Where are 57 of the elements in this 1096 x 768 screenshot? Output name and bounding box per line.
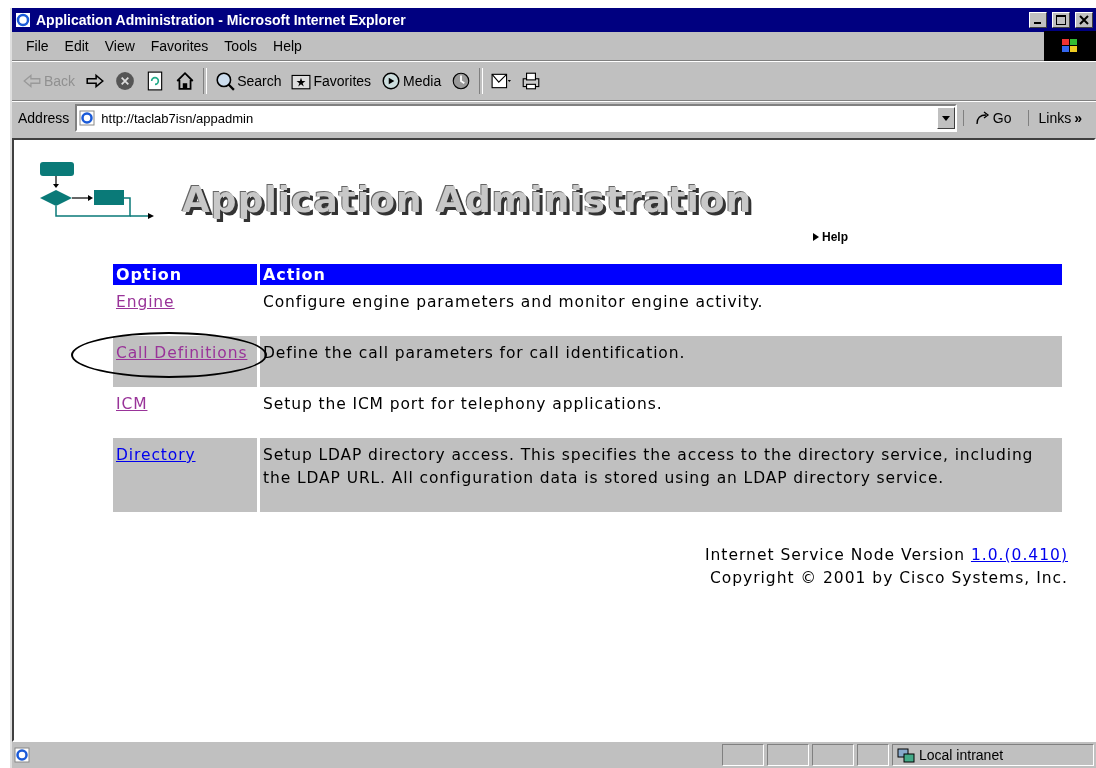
table-cell: Define the call parameters for call identification. [260,336,1062,387]
stop-icon [115,71,136,91]
status-pane [767,744,809,766]
zone-label: Local intranet [919,747,1004,763]
window-title: Application Administration - Microsoft Internet Explorer [36,12,407,28]
page-heading: Application Administration [182,179,753,220]
table-cell-text: Configure engine parameters and monitor engine activity. [262,292,765,313]
page-icon [79,110,96,126]
address-input[interactable]: http://taclab7isn/appadmin [101,110,931,126]
column-header: Option [113,264,257,285]
page-icon [14,747,30,763]
printer-icon [521,71,542,91]
maximize-icon [1056,15,1066,25]
search-button[interactable]: Search [213,69,284,93]
home-icon [175,71,196,91]
maximize-button[interactable] [1052,12,1070,28]
table-cell: Setup LDAP directory access. This specifies the access to the directory service, including the LDAP URL. All configuration data is stored using an LDAP directory service. [260,438,1062,512]
option-link[interactable]: Engine [116,293,175,311]
copyright-text: Copyright © 2001 by Cisco Systems, Inc. [709,568,1068,589]
windows-logo-icon [1044,31,1096,61]
media-button[interactable]: Media [379,69,444,93]
triangle-icon [813,233,819,241]
go-button[interactable]: Go [962,110,1022,126]
close-icon [1079,15,1089,25]
menu-item[interactable]: File [20,36,55,56]
favorites-button[interactable]: Favorites [289,69,374,93]
network-icon [897,747,915,763]
version-link[interactable]: 1.0.(0.410) [970,546,1068,564]
version-text: Internet Service Node Version 1.0.(0.410) [704,545,1068,566]
search-icon [215,71,236,91]
close-button[interactable] [1075,12,1093,28]
menu-item[interactable]: Tools [218,36,264,56]
option-link[interactable]: ICM [116,395,148,413]
option-link[interactable]: Directory [116,446,196,464]
dropdown-button[interactable] [936,107,955,129]
address-field[interactable]: http://taclab7isn/appadmin [75,104,957,132]
status-pane [812,744,854,766]
mail-icon [491,71,512,91]
minimize-button[interactable] [1029,12,1047,28]
forward-arrow-icon [85,71,106,91]
status-pane [722,744,764,766]
clock-icon [451,71,472,91]
status-pane [857,744,889,766]
menu-item[interactable]: Edit [58,36,95,56]
links-button[interactable]: Links » [1027,110,1092,126]
menu-item[interactable]: Favorites [144,36,215,56]
browser-icon [15,12,31,28]
back-arrow-icon [22,71,42,91]
caret-icon [941,115,950,121]
menu-item[interactable]: View [98,36,141,56]
media-icon [381,71,402,91]
menu-item[interactable]: Help [267,36,308,56]
address-label: Address [18,110,70,126]
go-arrow-icon [973,110,990,126]
table-cell-text: Setup the ICM port for telephony applications. [262,394,664,415]
help-link[interactable]: Help [822,230,848,244]
column-header: Action [260,264,1062,285]
